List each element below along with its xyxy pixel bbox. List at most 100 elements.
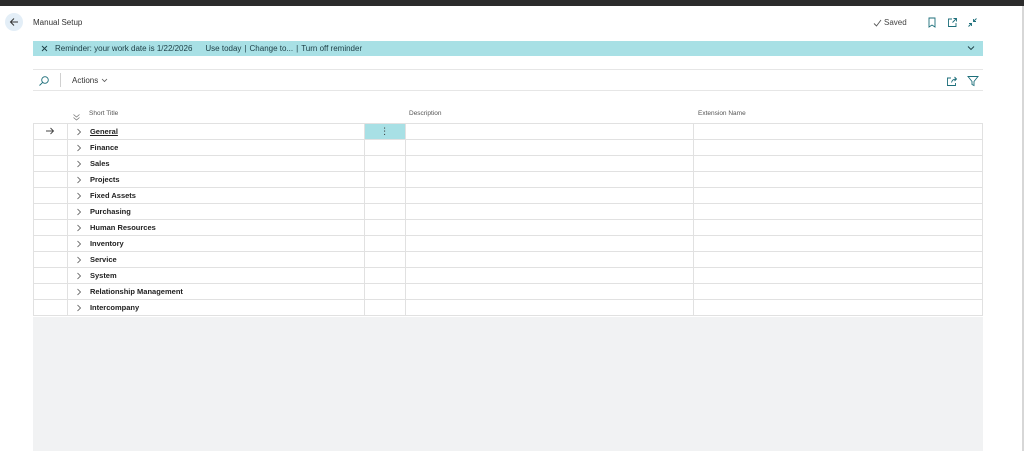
open-in-new-window-icon <box>947 17 957 27</box>
row-short-title[interactable]: Sales <box>90 159 110 168</box>
row-menu-cell <box>363 283 406 300</box>
filter-button[interactable] <box>967 74 979 87</box>
use-today-link[interactable]: Use today <box>205 44 241 53</box>
table-row[interactable]: Fixed Assets <box>33 187 983 204</box>
search-button[interactable] <box>38 74 50 86</box>
page-title: Manual Setup <box>33 18 83 27</box>
open-new-window-button[interactable] <box>946 16 958 28</box>
filter-icon <box>967 76 979 87</box>
description-cell <box>404 171 695 188</box>
chevron-right-icon <box>77 288 82 295</box>
expand-row-button[interactable] <box>76 160 86 168</box>
row-menu-cell <box>363 219 406 236</box>
actions-menu[interactable]: Actions <box>72 76 108 85</box>
expand-row-button[interactable] <box>76 256 86 264</box>
column-header-extension-name[interactable]: Extension Name <box>698 110 746 117</box>
table-row[interactable]: Finance <box>33 139 983 156</box>
row-short-title[interactable]: Relationship Management <box>90 287 183 296</box>
chevron-right-icon <box>77 208 82 215</box>
row-short-title[interactable]: System <box>90 271 117 280</box>
expand-row-button[interactable] <box>76 208 86 216</box>
expand-row-button[interactable] <box>76 288 86 296</box>
empty-grid-area <box>33 317 983 451</box>
table-row[interactable]: Human Resources <box>33 219 983 236</box>
expand-row-button[interactable] <box>76 144 86 152</box>
share-button[interactable] <box>946 74 958 86</box>
expand-row-button[interactable] <box>76 224 86 232</box>
column-header-short-title[interactable]: Short Title <box>89 110 118 117</box>
table-row[interactable]: System <box>33 267 983 284</box>
chevron-down-icon <box>967 46 975 51</box>
table-row[interactable]: Intercompany <box>33 299 983 316</box>
short-title-cell: General <box>66 123 365 140</box>
row-short-title[interactable]: Service <box>90 255 117 264</box>
column-header-description[interactable]: Description <box>409 110 442 117</box>
extension-name-cell <box>693 187 983 204</box>
search-icon <box>39 76 49 86</box>
actions-label: Actions <box>72 76 99 85</box>
turn-off-reminder-link[interactable]: Turn off reminder <box>301 44 362 53</box>
expand-row-button[interactable] <box>76 176 86 184</box>
row-menu-cell <box>363 251 406 268</box>
extension-name-cell <box>693 267 983 284</box>
row-short-title[interactable]: Intercompany <box>90 303 139 312</box>
row-short-title[interactable]: Purchasing <box>90 207 131 216</box>
row-short-title[interactable]: General <box>90 127 118 136</box>
short-title-cell: Sales <box>66 155 365 172</box>
short-title-cell: Intercompany <box>66 299 365 316</box>
bookmark-button[interactable] <box>926 16 938 28</box>
more-options-icon[interactable]: ⋮ <box>380 126 389 136</box>
link-separator: | <box>244 44 247 53</box>
expand-row-button[interactable] <box>76 272 86 280</box>
dismiss-reminder-button[interactable] <box>41 45 51 52</box>
extension-name-cell <box>693 235 983 252</box>
table-row[interactable]: General ⋮ <box>33 123 983 140</box>
chevron-right-icon <box>77 128 82 135</box>
table-row[interactable]: Purchasing <box>33 203 983 220</box>
row-short-title[interactable]: Finance <box>90 143 118 152</box>
expand-row-button[interactable] <box>76 192 86 200</box>
double-chevron-down-icon <box>73 114 80 121</box>
extension-name-cell <box>693 139 983 156</box>
row-indicator-cell <box>33 299 68 316</box>
table-row[interactable]: Service <box>33 251 983 268</box>
close-icon <box>41 45 48 52</box>
short-title-cell: Finance <box>66 139 365 156</box>
reminder-message: Reminder: your work date is 1/22/2026 <box>55 44 193 53</box>
table-row[interactable]: Inventory <box>33 235 983 252</box>
back-button[interactable] <box>5 13 23 31</box>
description-cell <box>404 203 695 220</box>
banner-toggle-button[interactable] <box>967 44 975 53</box>
row-short-title[interactable]: Projects <box>90 175 120 184</box>
table-row[interactable]: Relationship Management <box>33 283 983 300</box>
collapse-button[interactable] <box>966 16 978 28</box>
short-title-cell: Relationship Management <box>66 283 365 300</box>
row-menu-cell[interactable]: ⋮ <box>363 123 406 140</box>
description-cell <box>404 251 695 268</box>
chevron-right-icon <box>77 144 82 151</box>
short-title-cell: Fixed Assets <box>66 187 365 204</box>
row-short-title[interactable]: Fixed Assets <box>90 191 136 200</box>
expand-row-button[interactable] <box>76 304 86 312</box>
change-to-link[interactable]: Change to... <box>250 44 294 53</box>
chevron-right-icon <box>77 272 82 279</box>
expand-row-button[interactable] <box>76 128 86 136</box>
chevron-right-icon <box>77 256 82 263</box>
row-menu-cell <box>363 235 406 252</box>
short-title-cell: Purchasing <box>66 203 365 220</box>
arrow-left-icon <box>9 18 18 26</box>
short-title-cell: System <box>66 267 365 284</box>
row-short-title[interactable]: Human Resources <box>90 223 156 232</box>
row-indicator-cell <box>33 203 68 220</box>
table-row[interactable]: Sales <box>33 155 983 172</box>
saved-label: Saved <box>884 18 907 27</box>
chevron-right-icon <box>77 176 82 183</box>
row-indicator-cell <box>33 187 68 204</box>
description-cell <box>404 139 695 156</box>
row-short-title[interactable]: Inventory <box>90 239 124 248</box>
extension-name-cell <box>693 283 983 300</box>
expand-row-button[interactable] <box>76 240 86 248</box>
table-row[interactable]: Projects <box>33 171 983 188</box>
select-all-toggle[interactable] <box>72 109 82 121</box>
chevron-right-icon <box>77 160 82 167</box>
